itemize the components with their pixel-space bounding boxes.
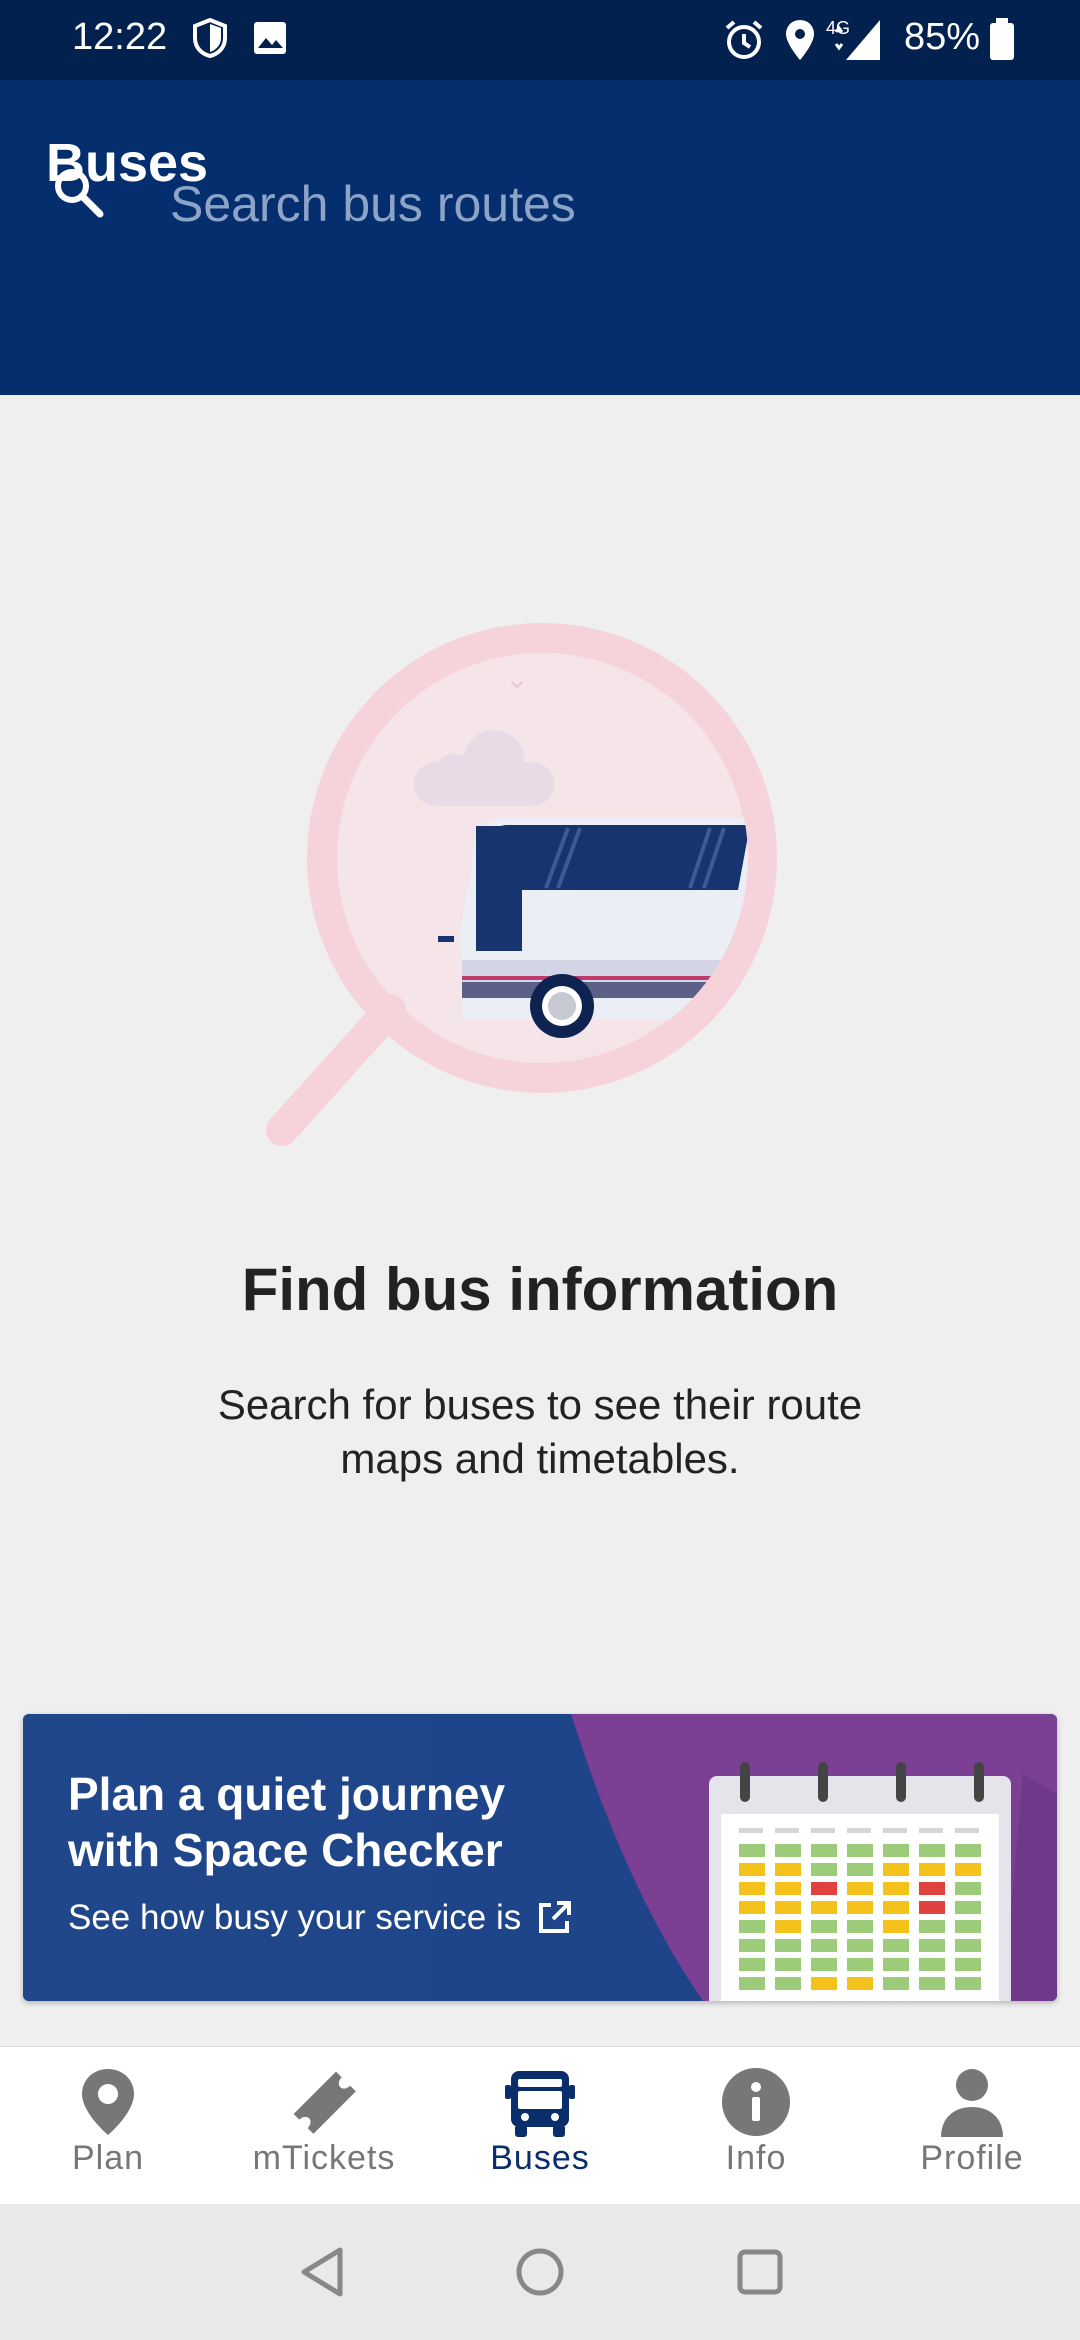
calendar-illustration (709, 1762, 1011, 2001)
status-bar: 12:22 4G 85% (0, 0, 1080, 80)
nav-label-mtickets: mTickets (252, 2139, 396, 2177)
nav-label-plan: Plan (71, 2139, 145, 2177)
image-icon (254, 22, 286, 54)
nav-item-info[interactable]: Info (648, 2047, 864, 2205)
location-icon (786, 20, 814, 60)
empty-state-description: Search for buses to see their route maps… (217, 1381, 863, 1482)
external-link-icon (539, 1901, 572, 1933)
banner-link[interactable]: See how busy your service is (68, 1898, 573, 1938)
battery-icon (990, 18, 1014, 60)
app-bar: Buses (0, 80, 1080, 395)
signal-icon (834, 20, 880, 60)
alarm-icon (725, 20, 763, 59)
nav-item-profile[interactable]: Profile (864, 2047, 1080, 2205)
nav-item-plan[interactable]: Plan (0, 2047, 216, 2205)
profile-icon (941, 2069, 1003, 2137)
bottom-navigation: Plan mTickets Buses Info Profile (0, 2046, 1080, 2205)
space-checker-banner[interactable]: Plan a quiet journey with Space Checker … (23, 1714, 1057, 2001)
location-pin-icon (82, 2069, 134, 2135)
empty-state-title: Find bus information (241, 1256, 839, 1323)
bus-icon (505, 2071, 575, 2137)
nav-label-profile: Profile (920, 2139, 1024, 2177)
nav-label-buses: Buses (490, 2139, 590, 2177)
banner-title: Plan a quiet journey with Space Checker (68, 1768, 506, 1876)
search-icon[interactable] (52, 166, 104, 218)
home-icon[interactable] (514, 2244, 566, 2300)
nav-item-mtickets[interactable]: mTickets (216, 2047, 432, 2205)
info-icon (722, 2068, 790, 2136)
banner-link-label: See how busy your service is (68, 1898, 522, 1937)
search-input[interactable] (168, 168, 1012, 240)
bus-magnifier-illustration (266, 623, 777, 1146)
status-time: 12:22 (72, 16, 168, 58)
nav-item-buses[interactable]: Buses (432, 2047, 648, 2205)
recents-icon[interactable] (734, 2244, 786, 2300)
back-icon[interactable] (296, 2244, 348, 2300)
battery-percent: 85% (904, 16, 981, 58)
nav-label-info: Info (725, 2139, 787, 2177)
shield-icon (193, 18, 227, 58)
ticket-icon (293, 2071, 356, 2134)
system-navigation-bar (0, 2204, 1080, 2340)
